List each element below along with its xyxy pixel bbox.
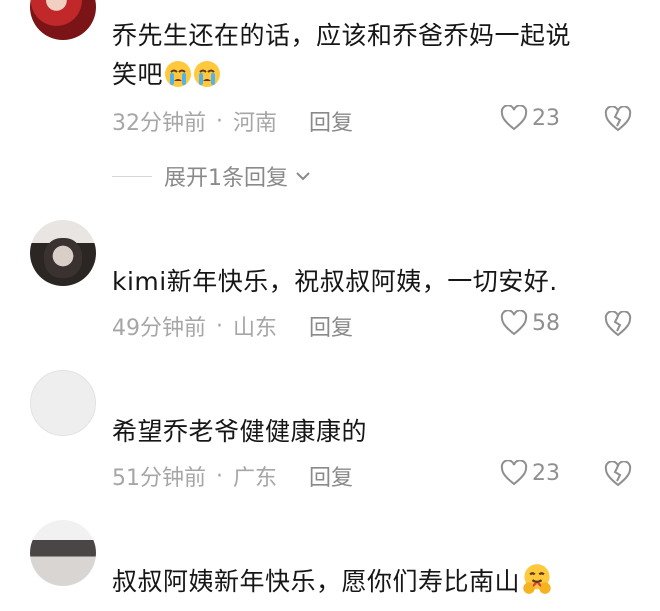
broken-heart-icon[interactable] <box>604 311 632 337</box>
avatar[interactable] <box>30 520 96 586</box>
comment-time: 32分钟前 <box>112 111 206 136</box>
comment-location: 山东 <box>233 316 278 341</box>
avatar[interactable] <box>30 370 96 436</box>
like-count: 58 <box>532 310 560 336</box>
comment-time: 51分钟前 <box>112 466 206 491</box>
crying-emoji-icon <box>165 61 192 87</box>
like-button[interactable]: 23 <box>500 105 560 131</box>
avatar[interactable] <box>30 0 96 40</box>
expand-replies-label: 展开1条回复 <box>164 166 288 191</box>
comment-text: kimi新年快乐，祝叔叔阿姨，一切安好. <box>112 267 558 296</box>
broken-heart-icon[interactable] <box>604 106 632 132</box>
comment-text-line: 乔先生还在的话，应该和乔爸乔妈一起说 <box>112 21 572 50</box>
comment-text: 希望乔老爷健健康康的 <box>112 417 368 446</box>
avatar[interactable] <box>30 220 96 286</box>
comment-meta: 49分钟前 · 山东 回复 <box>112 310 353 342</box>
comment-meta: 51分钟前 · 广东 回复 <box>112 460 353 492</box>
separator-dot: · <box>216 108 223 134</box>
heart-outline-icon <box>500 460 528 486</box>
comment-location: 广东 <box>233 466 278 491</box>
comment-text-content: 叔叔阿姨新年快乐，愿你们寿比南山 <box>112 567 521 596</box>
expand-replies-button[interactable]: 展开1条回复 <box>112 160 314 192</box>
separator-dot: · <box>216 463 223 489</box>
reply-button[interactable]: 回复 <box>309 460 353 492</box>
broken-heart-icon[interactable] <box>604 461 632 487</box>
reply-button[interactable]: 回复 <box>309 105 353 137</box>
like-button[interactable]: 23 <box>500 460 560 486</box>
heart-outline-icon <box>500 105 528 131</box>
comment-text: 叔叔阿姨新年快乐，愿你们寿比南山 <box>112 562 553 601</box>
crying-emoji-icon <box>194 61 221 87</box>
reply-button[interactable]: 回复 <box>309 310 353 342</box>
comment-text-line: 笑吧 <box>112 60 164 89</box>
like-count: 23 <box>532 105 560 131</box>
comment-location: 河南 <box>233 111 278 136</box>
like-count: 23 <box>532 460 560 486</box>
like-button[interactable]: 58 <box>500 310 560 336</box>
comment-time: 49分钟前 <box>112 316 206 341</box>
comment-meta: 32分钟前 · 河南 回复 <box>112 105 353 137</box>
separator-dot: · <box>216 313 223 339</box>
comment-text: 乔先生还在的话，应该和乔爸乔妈一起说 笑吧 <box>112 16 571 94</box>
hugging-emoji-icon <box>523 564 551 594</box>
chevron-down-icon <box>296 172 310 181</box>
heart-outline-icon <box>500 310 528 336</box>
divider-line <box>112 175 152 177</box>
